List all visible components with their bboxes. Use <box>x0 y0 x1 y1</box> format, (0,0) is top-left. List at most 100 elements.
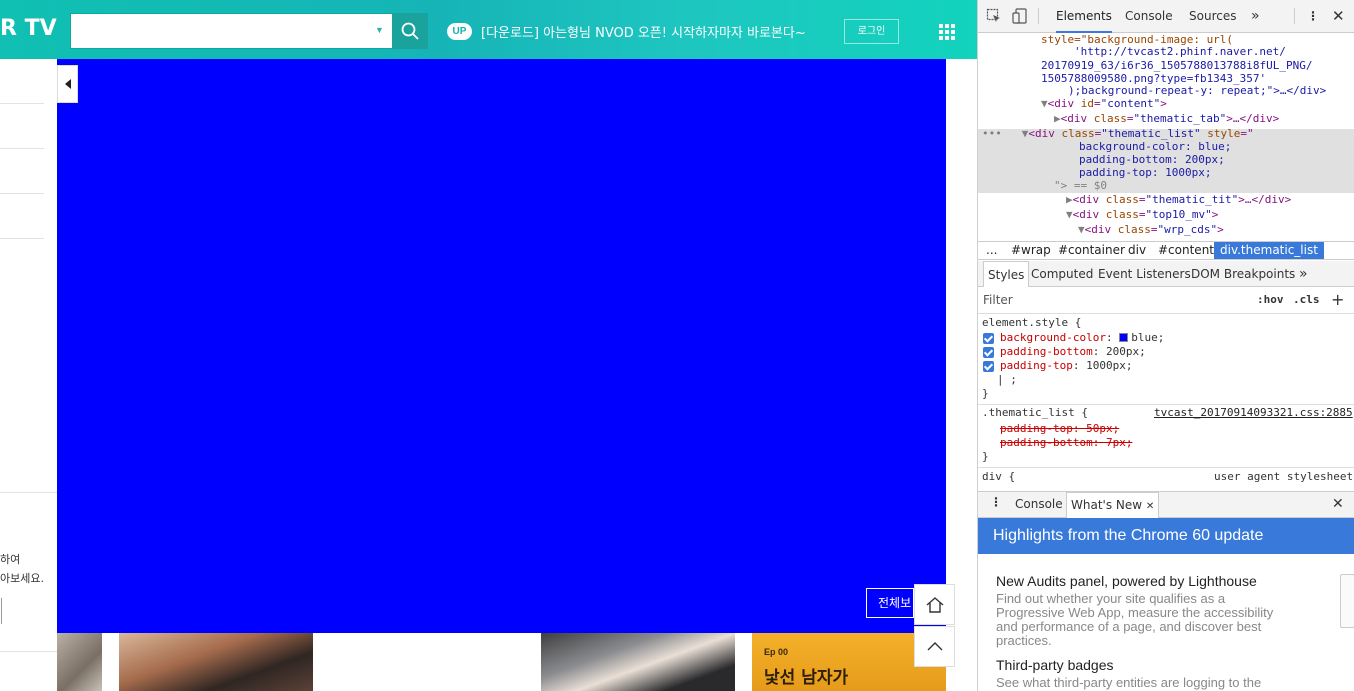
divider <box>0 651 57 652</box>
class-toggle[interactable]: .cls <box>1293 293 1320 306</box>
notice-link[interactable]: [다운로드] 아는형님 NVOD 오픈! 시작하자마자 바로본다~ <box>481 22 806 41</box>
dom-line[interactable]: );background-repeat-y: repeat;">…</div> <box>1068 84 1326 98</box>
search-dropdown-icon[interactable]: ▼ <box>375 25 384 35</box>
search-input[interactable] <box>71 14 391 48</box>
breadcrumb-item-active[interactable]: div.thematic_list <box>1214 242 1324 259</box>
dom-line[interactable]: padding-top: 1000px; <box>1079 166 1211 180</box>
dom-node-wrp-cds[interactable]: ▼<div class="wrp_cds"> <box>1078 223 1224 237</box>
chevron-up-icon <box>927 641 942 650</box>
more-tabs-icon[interactable]: » <box>1299 261 1308 287</box>
left-panel-text: 하여 <box>0 553 21 566</box>
whats-new-banner: Highlights from the Chrome 60 update <box>978 518 1354 554</box>
styles-pane: element.style { background-color: blue; … <box>978 315 1354 490</box>
video-thumbnail[interactable] <box>119 633 313 691</box>
inspect-element-icon[interactable] <box>986 8 1002 24</box>
left-panel-text: 아보세요. <box>0 572 44 585</box>
thumbnail-row: Ep 00 낯선 남자가 <box>57 633 946 691</box>
stylesheet-source: user agent stylesheet <box>1214 470 1354 483</box>
device-toolbar-icon[interactable] <box>1012 8 1028 24</box>
view-all-button[interactable]: 전체보 <box>866 588 914 618</box>
video-thumbnail[interactable] <box>541 633 735 691</box>
breadcrumb-item[interactable]: #container <box>1058 242 1125 259</box>
more-tabs-icon[interactable]: » <box>1251 0 1260 33</box>
web-page: R TV ▼ UP [다운로드] 아는형님 NVOD 오픈! 시작하자마자 바로… <box>0 0 977 691</box>
tab-dom-breakpoints[interactable]: DOM Breakpoints <box>1191 261 1295 287</box>
overridden-property[interactable]: padding-bottom: 7px; <box>1000 436 1132 450</box>
feature-thumbnail[interactable] <box>1340 574 1354 628</box>
apps-grid-icon[interactable] <box>939 24 955 40</box>
scroll-top-button[interactable] <box>914 626 955 667</box>
styles-tabbar: Styles Computed Event Listeners DOM Brea… <box>978 261 1354 287</box>
style-property[interactable]: padding-bottom: 200px; <box>1000 345 1146 359</box>
divider <box>0 103 44 104</box>
close-drawer-icon[interactable]: ✕ <box>1332 496 1344 512</box>
drawer-tab-console[interactable]: Console <box>1015 497 1063 511</box>
divider <box>978 404 1354 405</box>
feature-heading[interactable]: New Audits panel, powered by Lighthouse <box>996 573 1257 589</box>
hover-state-toggle[interactable]: :hov <box>1257 293 1284 306</box>
site-header: R TV ▼ UP [다운로드] 아는형님 NVOD 오픈! 시작하자마자 바로… <box>0 0 977 59</box>
filter-input[interactable]: Filter <box>983 293 1013 307</box>
dom-line[interactable]: 20170919_63/i6r36_1505788013788i8fUL_PNG… <box>1041 59 1313 73</box>
up-badge: UP <box>447 23 472 40</box>
property-checkbox[interactable] <box>983 347 994 358</box>
feature-description: See what third-party entities are loggin… <box>996 675 1262 690</box>
dom-node-top10[interactable]: ▼<div class="top10_mv"> <box>1066 208 1218 222</box>
divider <box>978 467 1354 468</box>
dom-line[interactable]: padding-bottom: 200px; <box>1079 153 1225 167</box>
site-logo[interactable]: R TV <box>0 16 57 41</box>
home-button[interactable] <box>914 584 955 625</box>
collapse-panel-button[interactable] <box>57 65 78 103</box>
chevron-left-icon <box>64 79 71 89</box>
drawer-menu-icon[interactable]: ⋮ <box>990 495 1002 509</box>
dom-node-content[interactable]: ▼<div id="content"> <box>1041 97 1167 111</box>
divider <box>0 238 44 239</box>
dom-node-thematic-tit[interactable]: ▶<div class="thematic_tit">…</div> <box>1066 193 1291 207</box>
rule-close: } <box>982 450 989 463</box>
drawer-tabbar: ⋮ Console What's New ✕ ✕ <box>978 491 1354 518</box>
episode-label: Ep 00 <box>764 647 789 657</box>
breadcrumb-item[interactable]: div <box>1128 242 1146 259</box>
divider <box>1038 8 1039 24</box>
style-property[interactable]: background-color: blue; <box>1000 331 1164 345</box>
breadcrumb-item[interactable]: #content <box>1158 242 1214 259</box>
devtools-tabbar: Elements Console Sources » ⋮ ✕ <box>978 0 1354 33</box>
overridden-property[interactable]: padding-top: 50px; <box>1000 422 1119 436</box>
dom-node-thematic-list[interactable]: ••• ▼<div class="thematic_list" style=" <box>982 127 1254 141</box>
stylesheet-link[interactable]: tvcast_20170914093321.css:2885 <box>1154 406 1353 420</box>
tab-styles[interactable]: Styles <box>983 261 1030 287</box>
tab-console[interactable]: Console <box>1125 0 1173 33</box>
dom-line[interactable]: background-color: blue; <box>1079 140 1231 154</box>
styles-filter-row: Filter :hov .cls + <box>978 288 1354 314</box>
rule-selector: .thematic_list { <box>982 406 1088 419</box>
drawer-tab-label: What's New <box>1071 498 1143 512</box>
drawer-tab-whats-new[interactable]: What's New ✕ <box>1066 492 1160 518</box>
dom-line[interactable]: 'http://tvcast2.phinf.naver.net/ <box>1074 45 1286 59</box>
tab-sources[interactable]: Sources <box>1189 0 1236 33</box>
left-panel-button-edge[interactable] <box>0 598 2 624</box>
thumbnail-title: 낯선 남자가 <box>764 668 849 688</box>
style-property[interactable]: padding-top: 1000px; <box>1000 359 1132 373</box>
new-property-editor[interactable]: | ; <box>997 373 1017 387</box>
feature-heading[interactable]: Third-party badges <box>996 657 1114 673</box>
breadcrumb-item[interactable]: ... <box>986 242 997 259</box>
tab-elements[interactable]: Elements <box>1056 0 1112 33</box>
dom-node-thematic-tab[interactable]: ▶<div class="thematic_tab">…</div> <box>1054 112 1279 126</box>
close-tab-icon[interactable]: ✕ <box>1146 501 1154 512</box>
color-swatch[interactable] <box>1119 333 1129 342</box>
left-panel: 하여 아보세요. <box>0 59 57 691</box>
tab-event-listeners[interactable]: Event Listeners <box>1098 261 1191 287</box>
divider <box>0 492 57 493</box>
property-checkbox[interactable] <box>983 361 994 372</box>
video-thumbnail[interactable] <box>57 633 102 691</box>
login-button[interactable]: 로그인 <box>844 19 899 44</box>
dom-line[interactable]: "> == $0 <box>1054 179 1107 193</box>
close-icon[interactable]: ✕ <box>1332 0 1345 33</box>
rule-selector: element.style { <box>982 316 1082 329</box>
kebab-menu-icon[interactable]: ⋮ <box>1307 0 1319 33</box>
property-checkbox[interactable] <box>983 333 994 344</box>
tab-computed[interactable]: Computed <box>1031 261 1093 287</box>
search-button[interactable] <box>392 13 428 49</box>
new-rule-icon[interactable]: + <box>1331 290 1344 309</box>
breadcrumb-item[interactable]: #wrap <box>1011 242 1051 259</box>
